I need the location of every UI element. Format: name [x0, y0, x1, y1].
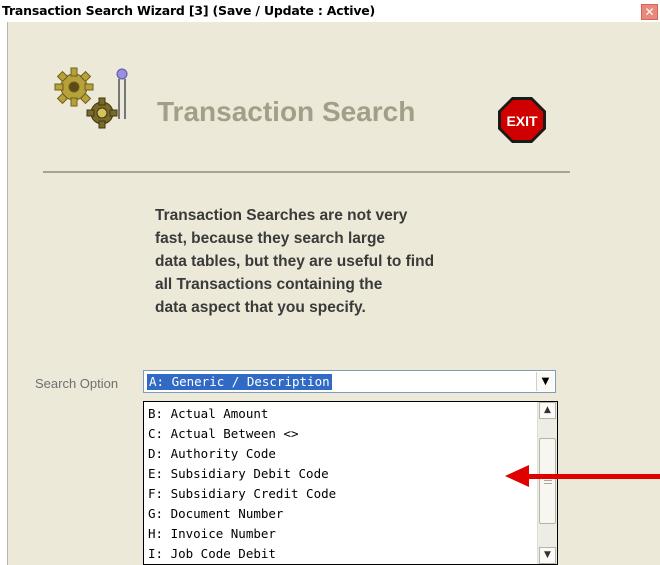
- list-item[interactable]: H: Invoice Number: [148, 526, 276, 541]
- annotation-arrow-head: [505, 465, 529, 487]
- chevron-down-icon[interactable]: ▼: [536, 372, 554, 391]
- annotation-arrow-shaft: [525, 474, 660, 479]
- exit-button[interactable]: EXIT: [496, 95, 548, 145]
- list-item[interactable]: B: Actual Amount: [148, 406, 268, 421]
- page-title: Transaction Search: [157, 96, 416, 127]
- grip-line: [544, 483, 552, 484]
- list-item[interactable]: C: Actual Between <>: [148, 426, 299, 441]
- search-option-label: Search Option: [35, 376, 119, 391]
- gears-icon: [54, 67, 128, 129]
- list-item[interactable]: G: Document Number: [148, 506, 283, 521]
- description-line: fast, because they search large: [155, 230, 386, 247]
- scroll-thumb[interactable]: [539, 438, 556, 524]
- list-item[interactable]: E: Subsidiary Debit Code: [148, 466, 329, 481]
- list-item[interactable]: F: Subsidiary Credit Code: [148, 486, 336, 501]
- selected-option: A: Generic / Description: [147, 374, 332, 390]
- divider: [43, 171, 570, 173]
- description-text: Transaction Searches are not very fast, …: [155, 204, 535, 319]
- description-line: all Transactions containing the: [155, 276, 383, 293]
- scrollbar[interactable]: ▲ ▼: [537, 402, 557, 564]
- window-title: Transaction Search Wizard [3] (Save / Up…: [2, 3, 376, 18]
- description-line: Transaction Searches are not very: [155, 207, 408, 224]
- search-option-select[interactable]: A: Generic / Description ▼: [143, 370, 556, 393]
- search-option-list[interactable]: B: Actual Amount C: Actual Between <> D:…: [143, 401, 558, 565]
- description-line: data aspect that you specify.: [155, 299, 366, 316]
- scroll-up-icon[interactable]: ▲: [539, 402, 556, 419]
- scroll-down-icon[interactable]: ▼: [539, 547, 556, 564]
- exit-label: EXIT: [506, 113, 538, 129]
- grip-line: [544, 480, 552, 481]
- description-line: data tables, but they are useful to find: [155, 253, 435, 270]
- close-icon[interactable]: ✕: [641, 4, 658, 20]
- list-item[interactable]: I: Job Code Debit: [148, 546, 276, 561]
- list-item[interactable]: D: Authority Code: [148, 446, 276, 461]
- title-bar: Transaction Search Wizard [3] (Save / Up…: [0, 0, 660, 22]
